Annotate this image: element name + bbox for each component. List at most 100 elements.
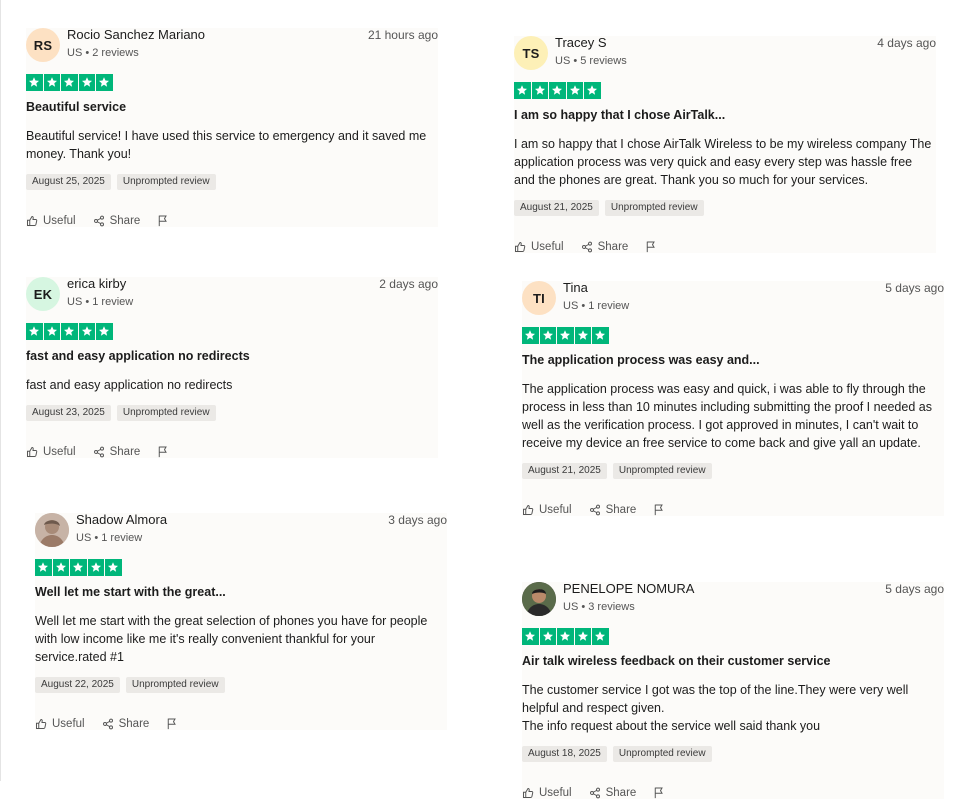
share-button[interactable]: Share [589, 504, 636, 516]
avatar[interactable]: RS [26, 28, 60, 62]
share-button[interactable]: Share [93, 446, 140, 458]
reviewer-meta: US • 1 review [563, 300, 630, 312]
report-button[interactable] [645, 240, 657, 253]
report-button[interactable] [157, 445, 169, 458]
review-tags: August 23, 2025 Unprompted review [26, 405, 438, 421]
report-button[interactable] [653, 503, 665, 516]
review-time: 3 days ago [388, 513, 447, 527]
useful-label: Useful [531, 240, 564, 253]
star-rating [522, 628, 944, 645]
useful-button[interactable]: Useful [514, 241, 564, 253]
share-label: Share [597, 240, 629, 253]
unprompted-badge[interactable]: Unprompted review [612, 463, 712, 479]
star-icon [514, 82, 531, 99]
user-photo-icon[interactable] [522, 582, 556, 616]
share-label: Share [118, 717, 150, 730]
reviewer-name[interactable]: PENELOPE NOMURA [563, 581, 694, 596]
useful-button[interactable]: Useful [522, 504, 572, 516]
flag-icon [653, 786, 665, 799]
review-card: TS Tracey S US • 5 reviews 4 days ago I … [514, 35, 936, 253]
avatar[interactable]: EK [26, 277, 60, 311]
thumbs-up-icon [26, 215, 38, 227]
report-button[interactable] [166, 717, 178, 730]
star-icon [105, 559, 122, 576]
useful-label: Useful [539, 786, 572, 799]
review-time: 4 days ago [877, 36, 936, 50]
useful-label: Useful [52, 717, 85, 730]
star-icon [61, 74, 78, 91]
star-rating [26, 323, 438, 340]
thumbs-up-icon [522, 504, 534, 516]
review-card: RS Rocio Sanchez Mariano US • 2 reviews … [26, 27, 438, 227]
review-title[interactable]: Air talk wireless feedback on their cust… [522, 654, 944, 668]
review-card: PENELOPE NOMURA US • 3 reviews 5 days ag… [522, 581, 944, 799]
useful-button[interactable]: Useful [26, 446, 76, 458]
avatar[interactable]: TS [514, 36, 548, 70]
reviewer-name[interactable]: Shadow Almora [76, 512, 167, 527]
reviewer-header: Shadow Almora US • 1 review 3 days ago [35, 512, 447, 559]
review-date: August 21, 2025 [514, 200, 599, 216]
user-photo-icon[interactable] [35, 513, 69, 547]
star-rating [26, 74, 438, 91]
unprompted-badge[interactable]: Unprompted review [116, 174, 216, 190]
review-body-text: Beautiful service! I have used this serv… [26, 129, 427, 161]
reviewer-meta: US • 2 reviews [67, 47, 139, 59]
share-button[interactable]: Share [102, 717, 150, 730]
thumbs-up-icon [514, 241, 526, 253]
star-icon [549, 82, 566, 99]
share-button[interactable]: Share [589, 787, 636, 799]
reviewer-meta: US • 3 reviews [563, 601, 635, 613]
star-icon [35, 559, 52, 576]
star-icon [78, 323, 95, 340]
review-title[interactable]: Well let me start with the great... [35, 585, 447, 599]
star-icon [557, 327, 574, 344]
thumbs-up-icon [35, 718, 47, 730]
useful-button[interactable]: Useful [26, 215, 76, 227]
star-icon [96, 74, 113, 91]
review-body-text: The application process was easy and qui… [522, 382, 932, 450]
useful-label: Useful [43, 445, 76, 458]
reviewer-name[interactable]: erica kirby [67, 276, 126, 291]
review-actions: Useful Share [35, 717, 447, 730]
unprompted-badge[interactable]: Unprompted review [612, 746, 712, 762]
star-rating [514, 82, 936, 99]
reviewer-name[interactable]: Tracey S [555, 35, 607, 50]
review-time: 2 days ago [379, 277, 438, 291]
reviewer-name[interactable]: Rocio Sanchez Mariano [67, 27, 205, 42]
review-title[interactable]: fast and easy application no redirects [26, 349, 438, 363]
review-title[interactable]: The application process was easy and... [522, 353, 944, 367]
reviewer-name[interactable]: Tina [563, 280, 588, 295]
review-date: August 23, 2025 [26, 405, 111, 421]
report-button[interactable] [157, 214, 169, 227]
unprompted-badge[interactable]: Unprompted review [604, 200, 704, 216]
star-icon [26, 74, 43, 91]
unprompted-badge[interactable]: Unprompted review [116, 405, 216, 421]
unprompted-badge[interactable]: Unprompted review [125, 677, 225, 693]
star-rating [522, 327, 944, 344]
thumbs-up-icon [522, 787, 534, 799]
reviewer-header: PENELOPE NOMURA US • 3 reviews 5 days ag… [522, 581, 944, 628]
star-icon [52, 559, 69, 576]
review-body-text: fast and easy application no redirects [26, 378, 233, 392]
share-icon [589, 787, 601, 799]
star-icon [592, 327, 609, 344]
review-tags: August 25, 2025 Unprompted review [26, 174, 438, 190]
star-icon [522, 628, 539, 645]
star-icon [61, 323, 78, 340]
star-icon [26, 323, 43, 340]
review-title[interactable]: Beautiful service [26, 100, 438, 114]
avatar[interactable]: TI [522, 281, 556, 315]
useful-button[interactable]: Useful [35, 718, 85, 730]
useful-button[interactable]: Useful [522, 787, 572, 799]
reviewer-meta: US • 5 reviews [555, 55, 627, 67]
star-icon [43, 74, 60, 91]
review-date: August 21, 2025 [522, 463, 607, 479]
star-icon [557, 628, 574, 645]
share-icon [93, 215, 105, 227]
review-title[interactable]: I am so happy that I chose AirTalk... [514, 108, 936, 122]
useful-label: Useful [539, 503, 572, 516]
reviewer-header: RS Rocio Sanchez Mariano US • 2 reviews … [26, 27, 438, 74]
share-button[interactable]: Share [93, 215, 140, 227]
report-button[interactable] [653, 786, 665, 799]
share-button[interactable]: Share [581, 240, 629, 253]
